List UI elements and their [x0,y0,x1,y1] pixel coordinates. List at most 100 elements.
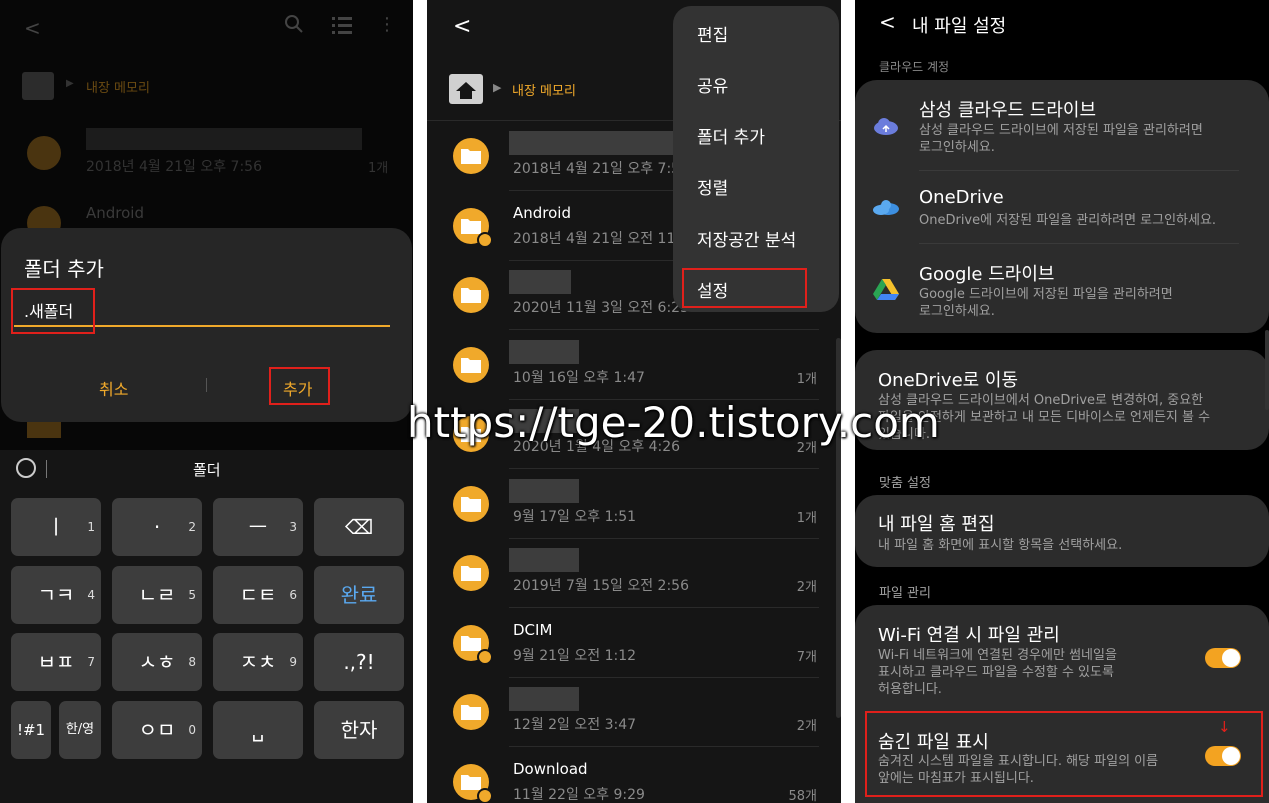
key-number: 5 [188,588,196,602]
hanja-key[interactable]: 한자 [314,701,404,759]
search-icon[interactable] [284,14,304,38]
divider [46,460,47,478]
symbol-key[interactable]: !#1 [11,701,51,759]
done-key[interactable]: 완료 [314,566,404,624]
language-key[interactable]: 한/영 [59,701,101,759]
punctuation-key[interactable]: .,?! [314,633,404,691]
key-4[interactable]: ㄱㅋ 4 [11,566,101,624]
back-icon[interactable]: < [24,16,41,40]
key-number: 8 [188,655,196,669]
file-date: 2018년 4월 21일 오후 7:56 [513,161,689,177]
key-7[interactable]: ㅂㅍ 7 [11,633,101,691]
key-3[interactable]: ㅡ3 [213,498,303,556]
file-name-redacted [86,128,362,150]
list-item[interactable]: DCIM 9월 21일 오전 1:12 7개 [427,609,841,678]
key-1[interactable]: ㅣ1 [11,498,101,556]
key-label: ㄴㄹ [138,583,176,607]
file-date: 2018년 4월 21일 오전 11:4 [513,230,689,247]
samsung-cloud-desc: 삼성 클라우드 드라이브에 저장된 파일을 관리하려면 [919,123,1203,138]
suggestion[interactable]: 폴더 [193,459,221,480]
menu-item-sort[interactable]: 정렬 [697,174,728,199]
home-edit-card[interactable]: 내 파일 홈 편집 내 파일 홈 화면에 표시할 항목을 선택하세요. [855,495,1269,567]
key-label: ㅅㅎ [138,650,176,674]
wifi-desc: Wi-Fi 네트워크에 연결된 경우에만 썸네일을 [878,648,1117,663]
list-item[interactable]: 12월 2일 오전 3:47 2개 [427,678,841,747]
home-edit-desc: 내 파일 홈 화면에 표시할 항목을 선택하세요. [878,538,1123,553]
space-key[interactable]: ␣ [213,701,303,759]
key-5[interactable]: ㄴㄹ 5 [112,566,202,624]
file-name-redacted [509,131,679,155]
backspace-key[interactable]: ⌫ [314,498,404,556]
key-9[interactable]: ㅈㅊ 9 [213,633,303,691]
list-item[interactable]: 10월 16일 오후 1:47 1개 [427,331,841,400]
file-date: 2020년 11월 3일 오전 6:23 [513,300,689,316]
file-name-redacted [509,548,579,572]
folder-icon [453,138,489,174]
wifi-toggle[interactable] [1205,648,1241,668]
breadcrumb[interactable]: 내장 메모리 [512,80,576,99]
key-label: ㅇㅁ [138,718,176,742]
menu-item-add-folder[interactable]: 폴더 추가 [697,123,765,148]
folder-icon [453,485,489,522]
file-date: 2019년 7월 15일 오전 2:56 [513,578,689,594]
file-name-redacted [509,270,571,294]
menu-item-share[interactable]: 공유 [697,72,728,97]
section-custom: 맞춤 설정 [879,476,931,491]
home-icon[interactable] [22,72,54,100]
key-number: 3 [289,520,297,534]
wifi-desc: 허용합니다. [878,682,942,697]
google-drive-title[interactable]: Google 드라이브 [919,260,1054,286]
key-label: ⌫ [344,515,374,539]
key-label: 한자 [340,718,378,742]
key-label: ␣ [251,718,265,742]
folder-icon [453,277,489,313]
key-label: ㅂㅍ [37,650,75,674]
file-date: 9월 21일 오전 1:12 [513,647,637,664]
file-count: 2개 [796,580,817,595]
scrollbar[interactable] [1265,330,1269,410]
key-2[interactable]: · 2 [112,498,202,556]
back-icon[interactable]: < [453,14,471,39]
back-icon[interactable]: < [879,10,896,34]
cancel-button[interactable]: 취소 [99,376,128,400]
key-6[interactable]: ㄷㅌ 6 [213,566,303,624]
google-drive-desc: 로그인하세요. [919,304,995,319]
gear-badge-icon [477,231,493,248]
key-number: 4 [87,588,95,602]
add-folder-dialog: 폴더 추가 .새폴더 취소 추가 [1,228,412,422]
samsung-cloud-icon [873,116,899,140]
file-name: DCIM [513,620,553,639]
file-date: 11월 22일 오후 9:29 [513,786,645,803]
emoji-icon[interactable] [16,458,36,478]
folder-icon [27,136,61,170]
breadcrumb[interactable]: 내장 메모리 [86,77,150,96]
list-item[interactable]: Download 11월 22일 오후 9:29 58개 [427,748,841,803]
list-item[interactable]: 9월 17일 오후 1:51 1개 [427,470,841,539]
key-number: 1 [87,520,95,534]
samsung-cloud-title[interactable]: 삼성 클라우드 드라이브 [919,96,1096,122]
file-name-redacted [509,687,579,711]
menu-item-storage[interactable]: 저장공간 분석 [697,226,796,251]
highlight-box [865,711,1263,797]
page-title: 내 파일 설정 [912,16,1007,37]
more-icon[interactable]: ⋮ [378,14,396,35]
key-0[interactable]: ㅇㅁ 0 [112,701,202,759]
file-name: Download [513,759,588,778]
file-date: 12월 2일 오전 3:47 [513,717,637,733]
divider [206,378,207,392]
panel-add-folder: < ⋮ ▶ 내장 메모리 2018년 4월 21일 오후 7:56 1개 And… [0,0,413,803]
list-view-icon[interactable] [332,16,352,38]
key-number: 6 [289,588,297,602]
list-item[interactable]: 2019년 7월 15일 오전 2:56 2개 [427,539,841,608]
home-icon[interactable] [449,74,483,104]
key-8[interactable]: ㅅㅎ 8 [112,633,202,691]
key-number: 2 [188,520,196,534]
file-name-redacted [509,478,579,503]
file-count: 2개 [796,719,817,734]
chevron-right-icon: ▶ [493,81,502,94]
menu-item-edit[interactable]: 편집 [697,21,728,46]
onedrive-title[interactable]: OneDrive [919,187,1004,208]
divider [919,243,1239,244]
onedrive-icon [872,198,900,220]
watermark: https://tge-20.tistory.com [407,398,940,447]
